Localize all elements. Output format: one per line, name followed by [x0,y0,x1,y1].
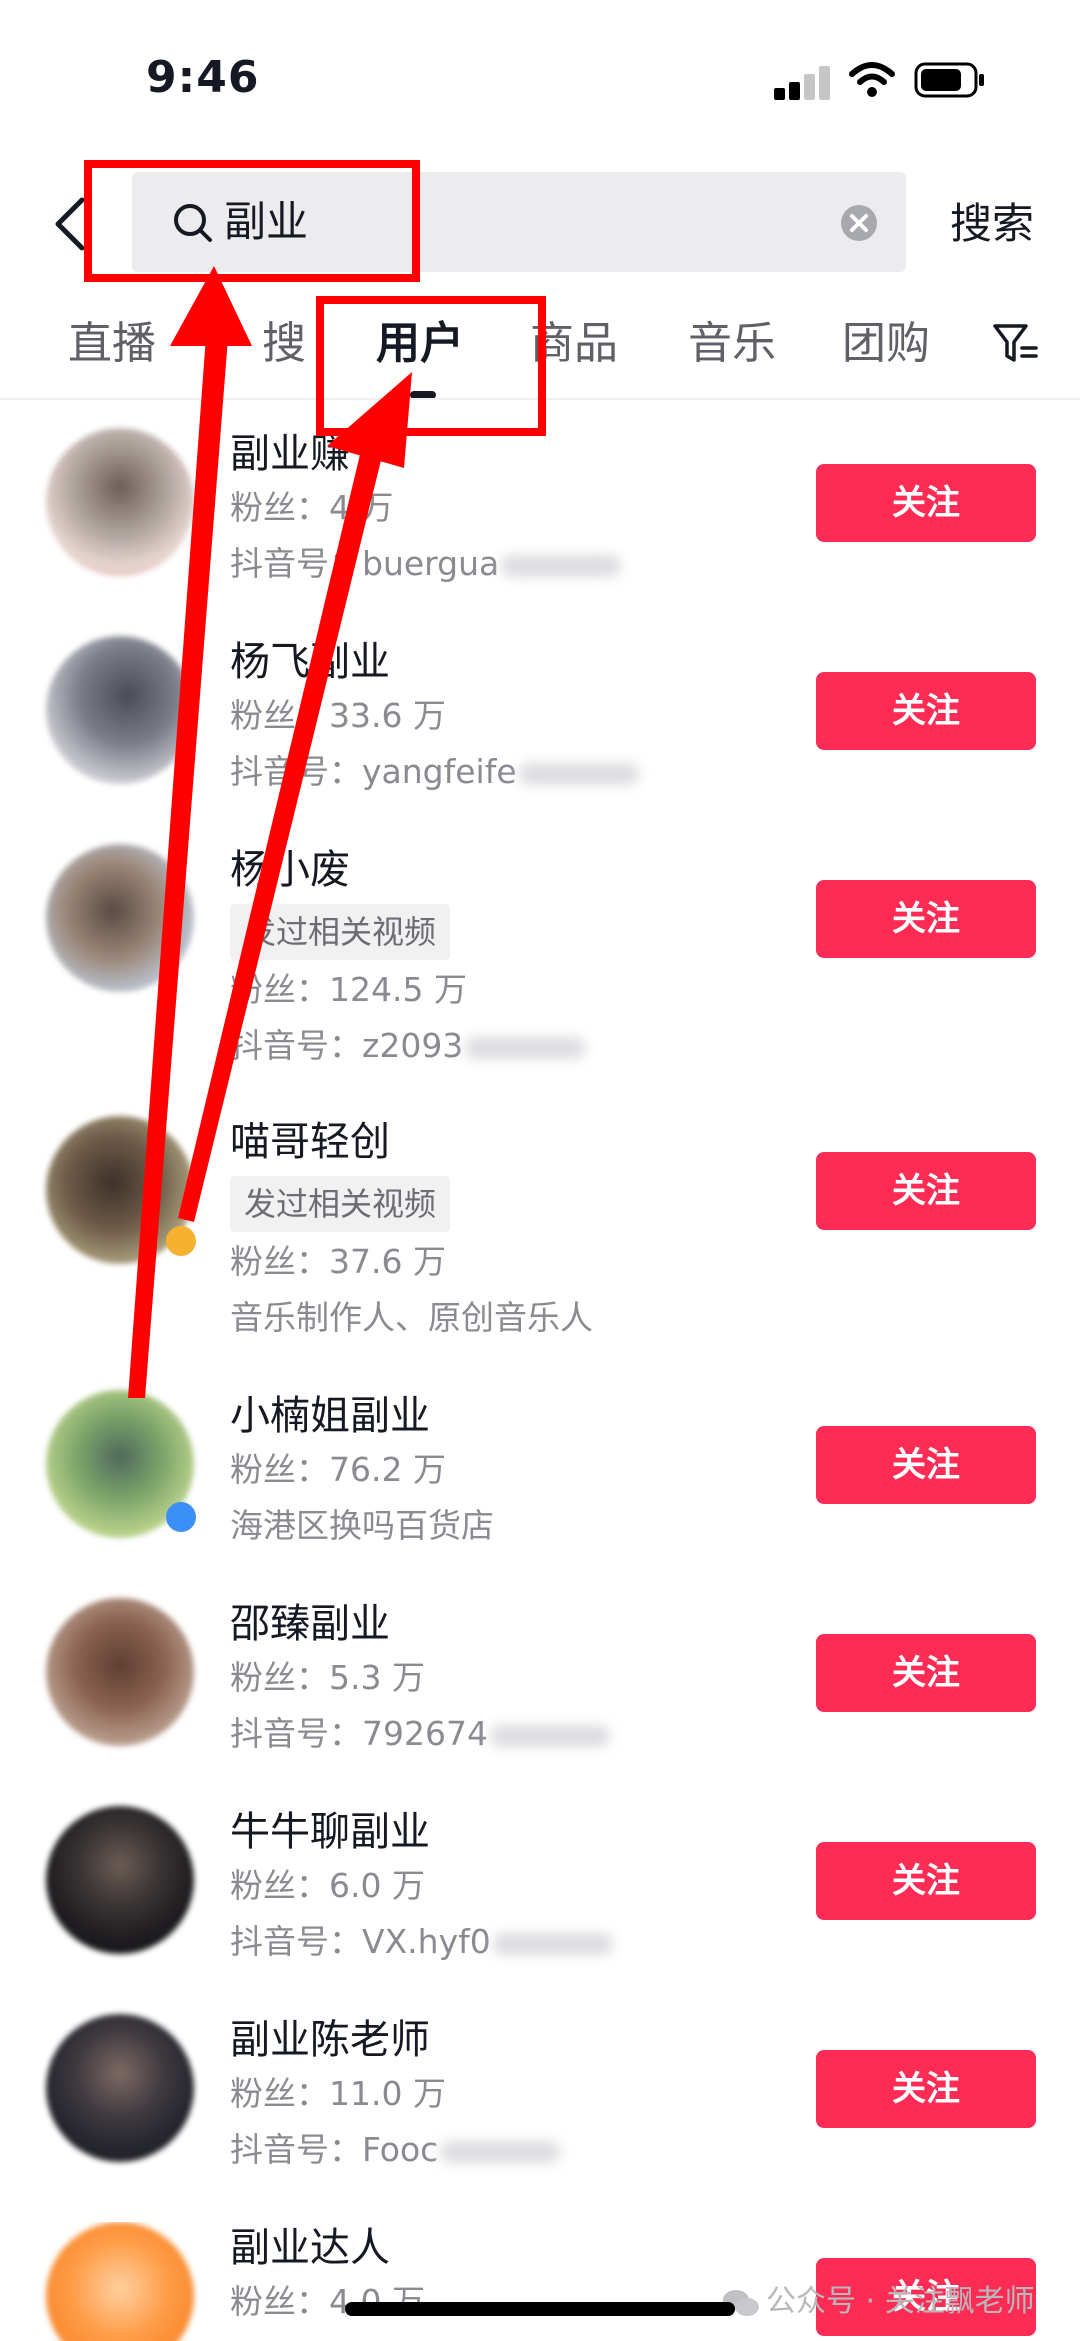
fans-count: 粉丝：6.0 万 [230,1866,425,1905]
user-name[interactable]: 牛牛聊副业 [230,1806,430,1858]
fans-count: 粉丝：11.0 万 [230,2074,446,2113]
user-meta: 抖音号：z2093 [230,1024,586,1068]
avatar[interactable] [46,1598,194,1746]
fans-count: 粉丝：76.2 万 [230,1450,446,1489]
user-name[interactable]: 副业陈老师 [230,2014,430,2066]
list-item[interactable]: 小楠姐副业 粉丝：76.2 万 海港区换吗百货店 关注 [0,1390,1080,1580]
avatar[interactable] [46,428,194,576]
fans-count: 粉丝：4 万 [230,488,394,527]
list-item[interactable]: 杨小废 发过相关视频 粉丝：124.5 万 抖音号：z2093 关注 [0,844,1080,1074]
related-video-tag: 发过相关视频 [230,904,451,960]
user-meta: 抖音号：Fooc [230,2128,561,2172]
follow-button[interactable]: 关注 [816,464,1036,542]
verified-badge-icon [166,1226,196,1256]
user-meta: 抖音号：792674 [230,1712,610,1756]
list-item[interactable]: 副业赚 粉丝：4 万 抖音号：buergua 关注 [0,428,1080,618]
user-id: 抖音号：z2093 [230,1026,464,1065]
list-item[interactable]: 副业陈老师 粉丝：11.0 万 抖音号：Fooc 关注 [0,2014,1080,2204]
related-video-tag: 发过相关视频 [230,1176,451,1232]
status-time: 9:46 [146,52,260,103]
filter-icon[interactable] [992,322,1038,366]
user-id: 抖音号：yangfeife [230,752,517,791]
tab-live[interactable]: 直播 [68,314,156,374]
user-name[interactable]: 喵哥轻创 [230,1116,390,1168]
cellular-signal-icon [774,66,832,100]
verified-badge-icon [166,1502,196,1532]
battery-icon [914,62,984,98]
home-indicator[interactable] [345,2302,735,2316]
clear-icon[interactable] [840,204,878,242]
search-icon [174,204,212,242]
avatar[interactable] [46,636,194,784]
user-name[interactable]: 小楠姐副业 [230,1390,430,1442]
tab-divider [0,398,1080,400]
follow-button[interactable]: 关注 [816,1426,1036,1504]
follow-button[interactable]: 关注 [816,1152,1036,1230]
list-item[interactable]: 牛牛聊副业 粉丝：6.0 万 抖音号：VX.hyf0 关注 [0,1806,1080,1996]
avatar[interactable] [46,844,194,992]
tab-users[interactable]: 用户 [376,314,464,374]
fans-count: 粉丝：37.6 万 [230,1242,446,1281]
tab-music[interactable]: 音乐 [688,314,776,374]
follow-button[interactable]: 关注 [816,672,1036,750]
fans-count: 粉丝：33.6 万 [230,696,446,735]
fans-count: 粉丝：5.3 万 [230,1658,425,1697]
user-meta: 音乐制作人、原创音乐人 [230,1298,593,1337]
wifi-icon [849,62,895,97]
user-meta: 抖音号：VX.hyf0 [230,1920,613,1964]
tab-comprehensive[interactable]: 搜 [262,314,306,374]
list-item[interactable]: 喵哥轻创 发过相关视频 粉丝：37.6 万 音乐制作人、原创音乐人 关注 [0,1116,1080,1346]
follow-button[interactable]: 关注 [816,1634,1036,1712]
follow-button[interactable]: 关注 [816,2050,1036,2128]
user-name[interactable]: 副业赚 [230,428,350,480]
watermark: 公众号 · 关注飘老师 [722,2276,1035,2320]
back-arrow-icon[interactable] [50,196,90,252]
avatar[interactable] [46,2222,194,2341]
user-meta: 海港区换吗百货店 [230,1506,494,1545]
user-id: 抖音号：792674 [230,1714,488,1753]
user-name[interactable]: 邵臻副业 [230,1598,390,1650]
search-input[interactable]: 副业 [132,172,906,272]
user-id: 抖音号：VX.hyf0 [230,1922,491,1961]
follow-button[interactable]: 关注 [816,1842,1036,1920]
user-meta: 抖音号：buergua [230,542,622,586]
search-query[interactable]: 副业 [224,194,308,250]
fans-count: 粉丝：124.5 万 [230,970,467,1009]
list-item[interactable]: 杨飞副业 粉丝：33.6 万 抖音号：yangfeife 关注 [0,636,1080,826]
search-button[interactable]: 搜索 [950,196,1034,252]
avatar[interactable] [46,2014,194,2162]
tab-products[interactable]: 商品 [530,314,618,374]
user-meta: 抖音号：yangfeife [230,750,639,794]
tab-group-buy[interactable]: 团购 [842,314,930,374]
user-name[interactable]: 副业达人 [230,2222,390,2274]
follow-button[interactable]: 关注 [816,880,1036,958]
user-name[interactable]: 杨小废 [230,844,350,896]
user-name[interactable]: 杨飞副业 [230,636,390,688]
user-id: 抖音号：buergua [230,544,500,583]
watermark-text: 公众号 · 关注飘老师 [766,2284,1035,2319]
avatar[interactable] [46,1806,194,1954]
user-id: 抖音号：Fooc [230,2130,439,2169]
list-item[interactable]: 邵臻副业 粉丝：5.3 万 抖音号：792674 关注 [0,1598,1080,1788]
